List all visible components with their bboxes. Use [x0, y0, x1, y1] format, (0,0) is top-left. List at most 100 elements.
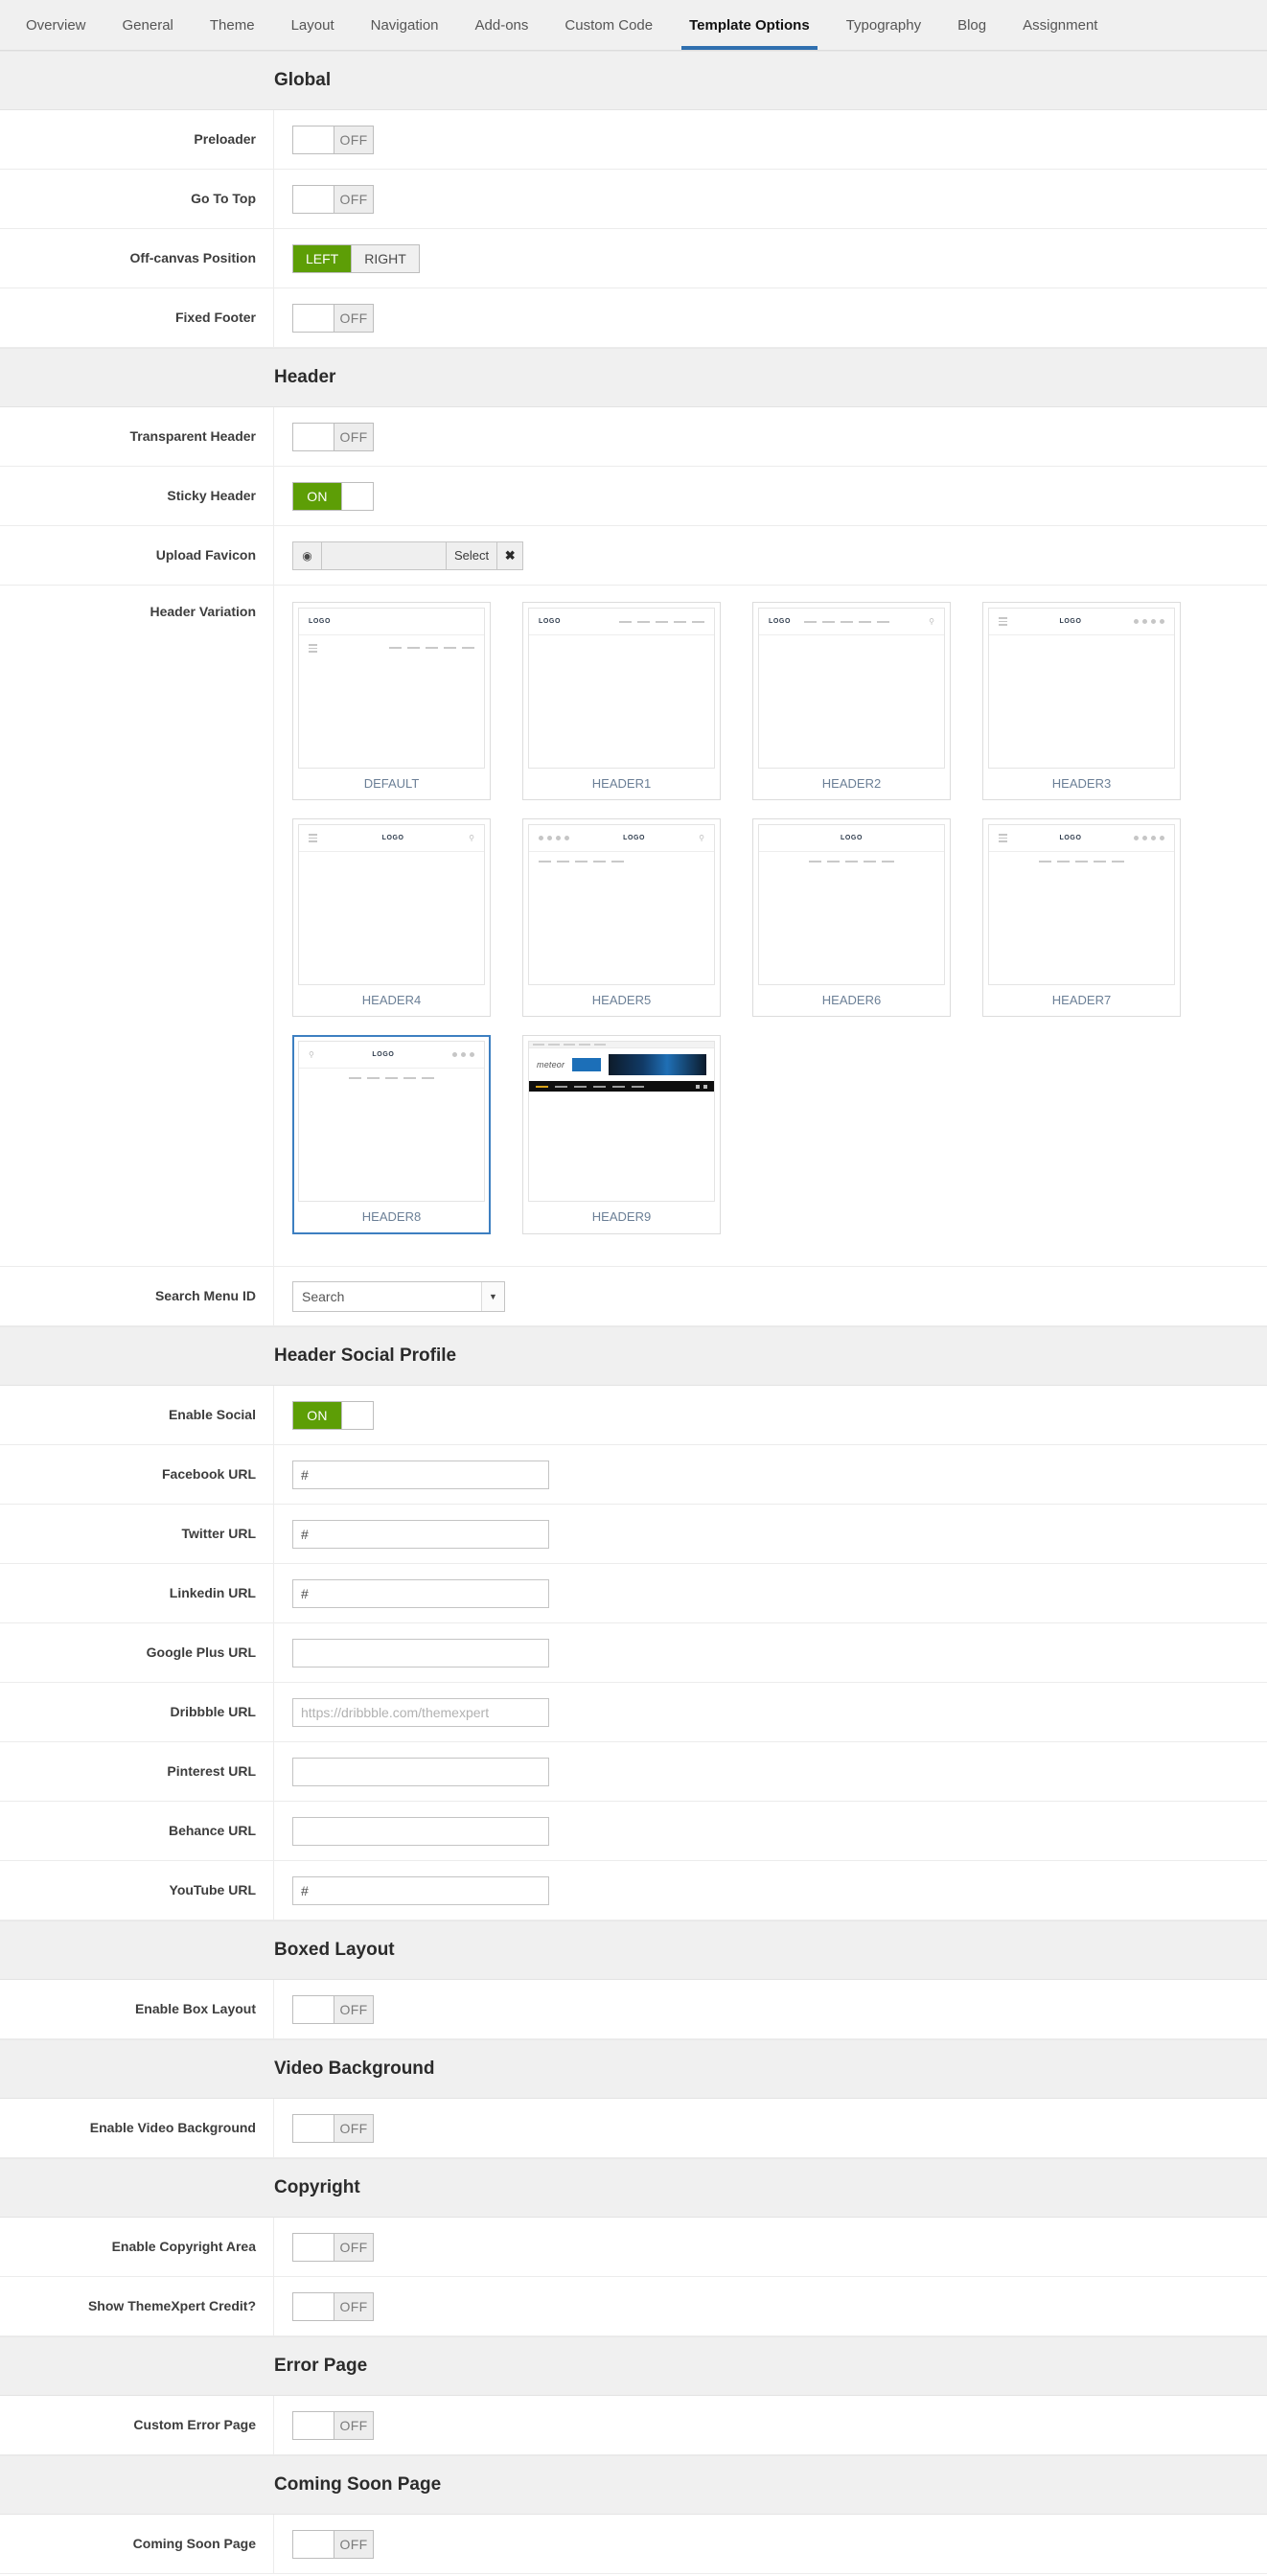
pinterest-url-input[interactable] — [292, 1757, 549, 1786]
offcanvas-left-option[interactable]: LEFT — [293, 244, 352, 272]
fixed-footer-toggle[interactable]: OFF — [292, 303, 374, 333]
header-variation-option-default[interactable]: LOGO DEFAULT — [292, 602, 491, 800]
twitter-url-input[interactable] — [292, 1519, 549, 1549]
tab-typography[interactable]: Typography — [828, 0, 939, 50]
thumb-menu-dashes — [1039, 861, 1124, 862]
youtube-url-input[interactable] — [292, 1875, 549, 1905]
tab-assignment[interactable]: Assignment — [1004, 0, 1116, 50]
section-title: Header — [274, 367, 336, 387]
field-label: Behance URL — [168, 1823, 256, 1839]
tab-add-ons[interactable]: Add-ons — [457, 0, 547, 50]
toggle-knob — [341, 1401, 373, 1429]
field-label: Twitter URL — [181, 1526, 256, 1542]
select-value: Search — [302, 1288, 345, 1304]
field-label: Upload Favicon — [155, 547, 256, 564]
dribbble-url-input[interactable] — [292, 1697, 549, 1727]
toggle-knob — [293, 126, 334, 153]
tab-navigation[interactable]: Navigation — [353, 0, 457, 50]
label-cell: Fixed Footer — [0, 288, 274, 347]
thumb-topbar: LOGO — [989, 609, 1174, 635]
eye-icon[interactable]: ◉ — [293, 541, 322, 569]
label-cell: Enable Copyright Area — [0, 2218, 274, 2276]
thumbnail-preview: LOGO — [528, 608, 715, 769]
thumb-menu-dashes — [539, 861, 624, 862]
field-cell: OFF — [274, 2515, 1267, 2573]
tab-custom-code[interactable]: Custom Code — [546, 0, 671, 50]
variation-name: HEADER7 — [1051, 993, 1112, 1007]
search-icon: ⚲ — [309, 1050, 314, 1059]
field-cell: ON — [274, 1386, 1267, 1444]
tab-overview[interactable]: Overview — [8, 0, 104, 50]
tab-general[interactable]: General — [104, 0, 192, 50]
header-variation-option-header8[interactable]: ⚲ LOGO HEADER8 — [292, 1035, 491, 1234]
offcanvas-right-option[interactable]: RIGHT — [351, 244, 419, 272]
toggle-state-label: ON — [293, 1401, 341, 1429]
header-variation-option-header5[interactable]: LOGO ⚲ HEADER5 — [522, 818, 721, 1017]
header-variation-option-header3[interactable]: LOGO HEADER3 — [982, 602, 1181, 800]
tab-theme[interactable]: Theme — [192, 0, 273, 50]
search-menu-id-select[interactable]: Search ▼ — [292, 1280, 505, 1312]
field-cell: OFF — [274, 2396, 1267, 2454]
google-plus-url-input[interactable] — [292, 1638, 549, 1668]
close-icon[interactable]: ✖ — [497, 542, 522, 569]
label-cell: Preloader — [0, 110, 274, 169]
thumb-logo: LOGO — [372, 1051, 395, 1058]
field-label: Facebook URL — [161, 1466, 256, 1483]
label-cell: Behance URL — [0, 1802, 274, 1860]
tab-blog[interactable]: Blog — [939, 0, 1004, 50]
custom-error-page-toggle[interactable]: OFF — [292, 2410, 374, 2440]
header-variation-option-header6[interactable]: LOGO HEADER6 — [752, 818, 951, 1017]
row-enable-box-layout: Enable Box Layout OFF — [0, 1980, 1267, 2039]
thumb-logo: LOGO — [309, 618, 332, 625]
go-to-top-toggle[interactable]: OFF — [292, 184, 374, 214]
tab-layout[interactable]: Layout — [273, 0, 353, 50]
linkedin-url-input[interactable] — [292, 1578, 549, 1608]
field-label: Pinterest URL — [167, 1763, 256, 1780]
header-variation-option-header7[interactable]: LOGO HEADER7 — [982, 818, 1181, 1017]
row-show-themexpert-credit: Show ThemeXpert Credit? OFF — [0, 2277, 1267, 2336]
thumb-logo: meteor — [537, 1060, 565, 1070]
header-variation-option-header2[interactable]: LOGO ⚲ HEADER2 — [752, 602, 951, 800]
field-label: Google Plus URL — [146, 1644, 256, 1661]
row-fixed-footer: Fixed Footer OFF — [0, 288, 1267, 348]
header-variation-option-header4[interactable]: LOGO ⚲ HEADER4 — [292, 818, 491, 1017]
favicon-path-input[interactable] — [322, 541, 447, 569]
row-google-plus-url: Google Plus URL — [0, 1623, 1267, 1683]
row-header-variation: Header Variation LOGO DEFAULT LOGO HEADE… — [0, 586, 1267, 1267]
field-cell — [274, 1802, 1267, 1860]
preloader-toggle[interactable]: OFF — [292, 125, 374, 154]
header-variation-option-header9[interactable]: meteor HEADER9 — [522, 1035, 721, 1234]
favicon-select-button[interactable]: Select — [447, 541, 498, 569]
show-themexpert-credit-toggle[interactable]: OFF — [292, 2291, 374, 2321]
enable-video-background-toggle[interactable]: OFF — [292, 2113, 374, 2143]
coming-soon-page-toggle[interactable]: OFF — [292, 2529, 374, 2559]
thumb-topbar: LOGO ⚲ — [759, 609, 944, 635]
facebook-url-input[interactable] — [292, 1460, 549, 1489]
search-icon: ⚲ — [929, 617, 934, 626]
header-variation-option-header1[interactable]: LOGO HEADER1 — [522, 602, 721, 800]
enable-copyright-area-toggle[interactable]: OFF — [292, 2232, 374, 2262]
label-cell: Transparent Header — [0, 407, 274, 466]
toggle-knob — [341, 482, 373, 510]
main-tabbar: Overview General Theme Layout Navigation… — [0, 0, 1267, 51]
behance-url-input[interactable] — [292, 1816, 549, 1846]
thumbnail-preview: LOGO — [988, 608, 1175, 769]
field-cell — [274, 1742, 1267, 1801]
transparent-header-toggle[interactable]: OFF — [292, 422, 374, 451]
field-label: Enable Social — [168, 1407, 256, 1423]
label-cell: Off-canvas Position — [0, 229, 274, 288]
enable-box-layout-toggle[interactable]: OFF — [292, 1994, 374, 2024]
section-title: Boxed Layout — [274, 1940, 395, 1960]
thumb-body — [529, 852, 714, 871]
hamburger-icon — [999, 834, 1007, 842]
sticky-header-toggle[interactable]: ON — [292, 481, 374, 511]
field-cell — [274, 1623, 1267, 1682]
enable-social-toggle[interactable]: ON — [292, 1400, 374, 1430]
tab-template-options[interactable]: Template Options — [671, 0, 828, 50]
tab-label: Typography — [845, 16, 922, 34]
variation-name: HEADER9 — [591, 1209, 652, 1224]
row-search-menu-id: Search Menu ID Search ▼ — [0, 1267, 1267, 1326]
section-title: Header Social Profile — [274, 1346, 457, 1366]
row-pinterest-url: Pinterest URL — [0, 1742, 1267, 1802]
section-title: Video Background — [274, 2058, 435, 2079]
